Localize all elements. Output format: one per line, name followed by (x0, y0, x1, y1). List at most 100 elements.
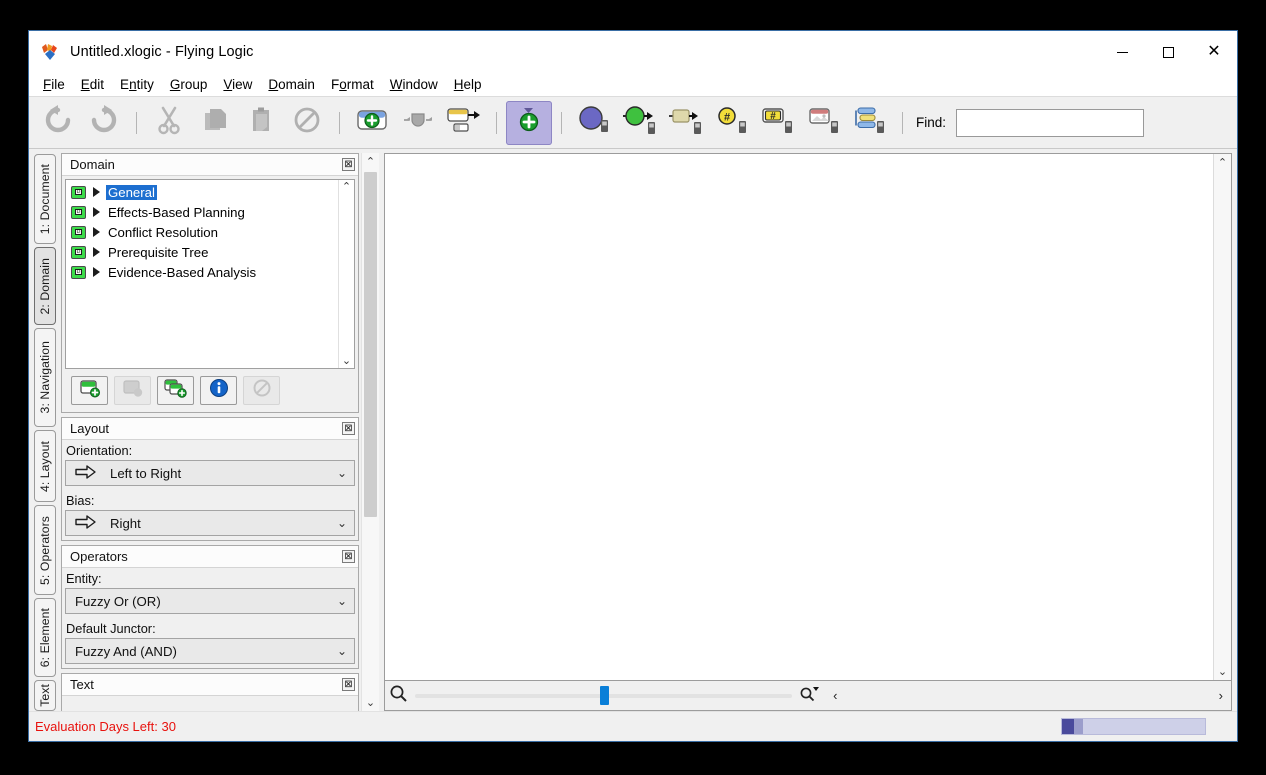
title-bar: Untitled.xlogic - Flying Logic ✕ (29, 31, 1237, 73)
entity-operator-label: Entity: (62, 568, 358, 588)
toolbar-add-element-button[interactable] (506, 101, 552, 145)
maximize-button[interactable] (1145, 31, 1191, 73)
toolbar-confidence-button[interactable] (571, 101, 617, 145)
sidebar-panels: Domain ⊠ D General (61, 153, 359, 711)
chevron-left-icon[interactable]: ‹ (833, 688, 837, 703)
panel-text-header: Text ⊠ (62, 674, 358, 696)
toolbar-create-edge-button[interactable] (441, 101, 487, 145)
sidebar-tab-text[interactable]: Text (34, 680, 56, 711)
close-button[interactable]: ✕ (1191, 31, 1237, 73)
toolbar-weight-button[interactable]: # (709, 101, 755, 145)
domain-tree-scrollbar[interactable]: ⌃ ⌄ (338, 180, 354, 368)
add-domain-button[interactable] (71, 376, 108, 405)
menu-entity[interactable]: Entity (112, 75, 162, 94)
chevron-down-icon[interactable]: ⌄ (337, 516, 350, 530)
entity-plus-icon (355, 106, 389, 139)
sidebar-tab-operators[interactable]: 5: Operators (34, 505, 56, 595)
toolbar-separator-2 (339, 112, 340, 134)
domain-info-button[interactable] (200, 376, 237, 405)
toolbar-delete-button[interactable] (284, 101, 330, 145)
toolbar-redo-button[interactable] (81, 101, 127, 145)
toolbar-paste-button[interactable] (238, 101, 284, 145)
toolbar-image-button[interactable] (801, 101, 847, 145)
diagram-canvas[interactable] (385, 154, 1213, 680)
toolbar-score-button[interactable]: # (755, 101, 801, 145)
chevron-up-icon[interactable]: ⌃ (362, 153, 379, 170)
close-panel-icon[interactable]: ⊠ (342, 158, 355, 171)
chevron-up-icon[interactable]: ⌃ (342, 182, 351, 192)
menu-view[interactable]: View (215, 75, 260, 94)
toolbar-create-entity-button[interactable] (349, 101, 395, 145)
domain-badge-icon: D (71, 206, 86, 219)
duplicate-domain-button[interactable] (157, 376, 194, 405)
close-panel-icon[interactable]: ⊠ (342, 422, 355, 435)
menu-domain[interactable]: Domain (260, 75, 323, 94)
toolbar-undo-button[interactable] (35, 101, 81, 145)
sidebar-tab-element[interactable]: 6: Element (34, 598, 56, 677)
toolbar-separator-5 (902, 112, 903, 134)
sidebar-tab-layout[interactable]: 4: Layout (34, 430, 56, 503)
menu-file[interactable]: File (35, 75, 73, 94)
remove-domain-button[interactable] (114, 376, 151, 405)
sidebar-tab-navigation[interactable]: 3: Navigation (34, 328, 56, 427)
zoom-slider[interactable] (415, 686, 792, 706)
expand-triangle-icon[interactable] (93, 227, 100, 237)
chevron-down-icon[interactable]: ⌄ (337, 644, 350, 658)
copy-pages-icon (200, 105, 230, 140)
orientation-value: Left to Right (110, 466, 337, 481)
sidebar-scroll-track[interactable] (362, 170, 379, 694)
toolbar-copy-button[interactable] (192, 101, 238, 145)
window-controls: ✕ (1099, 31, 1237, 73)
menu-window[interactable]: Window (382, 75, 446, 94)
menu-help[interactable]: Help (446, 75, 490, 94)
chevron-down-icon[interactable]: ⌄ (337, 466, 350, 480)
domain-item-conflict-resolution[interactable]: D Conflict Resolution (66, 222, 338, 242)
sidebar-tab-navigation-label: 3: Navigation (38, 338, 52, 416)
expand-triangle-icon[interactable] (93, 267, 100, 277)
domain-tree[interactable]: D General D Effects-Based Planning (65, 179, 355, 369)
bias-select[interactable]: Right ⌄ (65, 510, 355, 536)
sidebar-scroll-thumb[interactable] (364, 172, 377, 517)
domain-item-label: Evidence-Based Analysis (106, 265, 258, 280)
default-junctor-select[interactable]: Fuzzy And (AND) ⌄ (65, 638, 355, 664)
bias-label: Bias: (62, 490, 358, 510)
menu-format[interactable]: Format (323, 75, 382, 94)
canvas-vertical-scrollbar[interactable]: ⌃ ⌄ (1213, 154, 1231, 680)
toolbar-progress-button[interactable] (617, 101, 663, 145)
expand-triangle-icon[interactable] (93, 207, 100, 217)
menu-edit[interactable]: Edit (73, 75, 112, 94)
magnifier-plus-icon[interactable] (799, 684, 821, 708)
toolbar-list-button[interactable] (847, 101, 893, 145)
domain-item-evidence-based-analysis[interactable]: D Evidence-Based Analysis (66, 262, 338, 282)
domain-item-effects-based-planning[interactable]: D Effects-Based Planning (66, 202, 338, 222)
entity-operator-select[interactable]: Fuzzy Or (OR) ⌄ (65, 588, 355, 614)
expand-triangle-icon[interactable] (93, 187, 100, 197)
sidebar-tab-document-label: 1: Document (38, 161, 52, 237)
chevron-up-icon[interactable]: ⌃ (1214, 154, 1231, 171)
close-panel-icon[interactable]: ⊠ (342, 550, 355, 563)
toolbar-cut-button[interactable] (146, 101, 192, 145)
chevron-right-icon[interactable]: › (1219, 688, 1223, 703)
find-input[interactable] (956, 109, 1144, 137)
sidebar-tab-document[interactable]: 1: Document (34, 154, 56, 244)
orientation-select[interactable]: Left to Right ⌄ (65, 460, 355, 486)
close-panel-icon[interactable]: ⊠ (342, 678, 355, 691)
reset-domain-button[interactable] (243, 376, 280, 405)
chevron-down-icon[interactable]: ⌄ (342, 356, 351, 366)
sidebar-tab-domain[interactable]: 2: Domain (34, 247, 56, 325)
domain-item-general[interactable]: D General (66, 182, 338, 202)
toolbar-create-junctor-button[interactable] (395, 101, 441, 145)
menu-group[interactable]: Group (162, 75, 216, 94)
sidebar-scrollbar[interactable]: ⌃ ⌄ (361, 153, 379, 711)
window-title: Untitled.xlogic - Flying Logic (70, 44, 254, 60)
zoom-slider-thumb[interactable] (600, 686, 609, 705)
chevron-down-icon[interactable]: ⌄ (1214, 663, 1231, 680)
minimize-button[interactable] (1099, 31, 1145, 73)
magnifier-minus-icon[interactable] (389, 684, 408, 708)
chevron-down-icon[interactable]: ⌄ (337, 594, 350, 608)
expand-triangle-icon[interactable] (93, 247, 100, 257)
domain-item-prerequisite-tree[interactable]: D Prerequisite Tree (66, 242, 338, 262)
toolbar-flow-button[interactable] (663, 101, 709, 145)
memory-usage-bar[interactable] (1061, 718, 1206, 735)
chevron-down-icon[interactable]: ⌄ (362, 694, 379, 711)
